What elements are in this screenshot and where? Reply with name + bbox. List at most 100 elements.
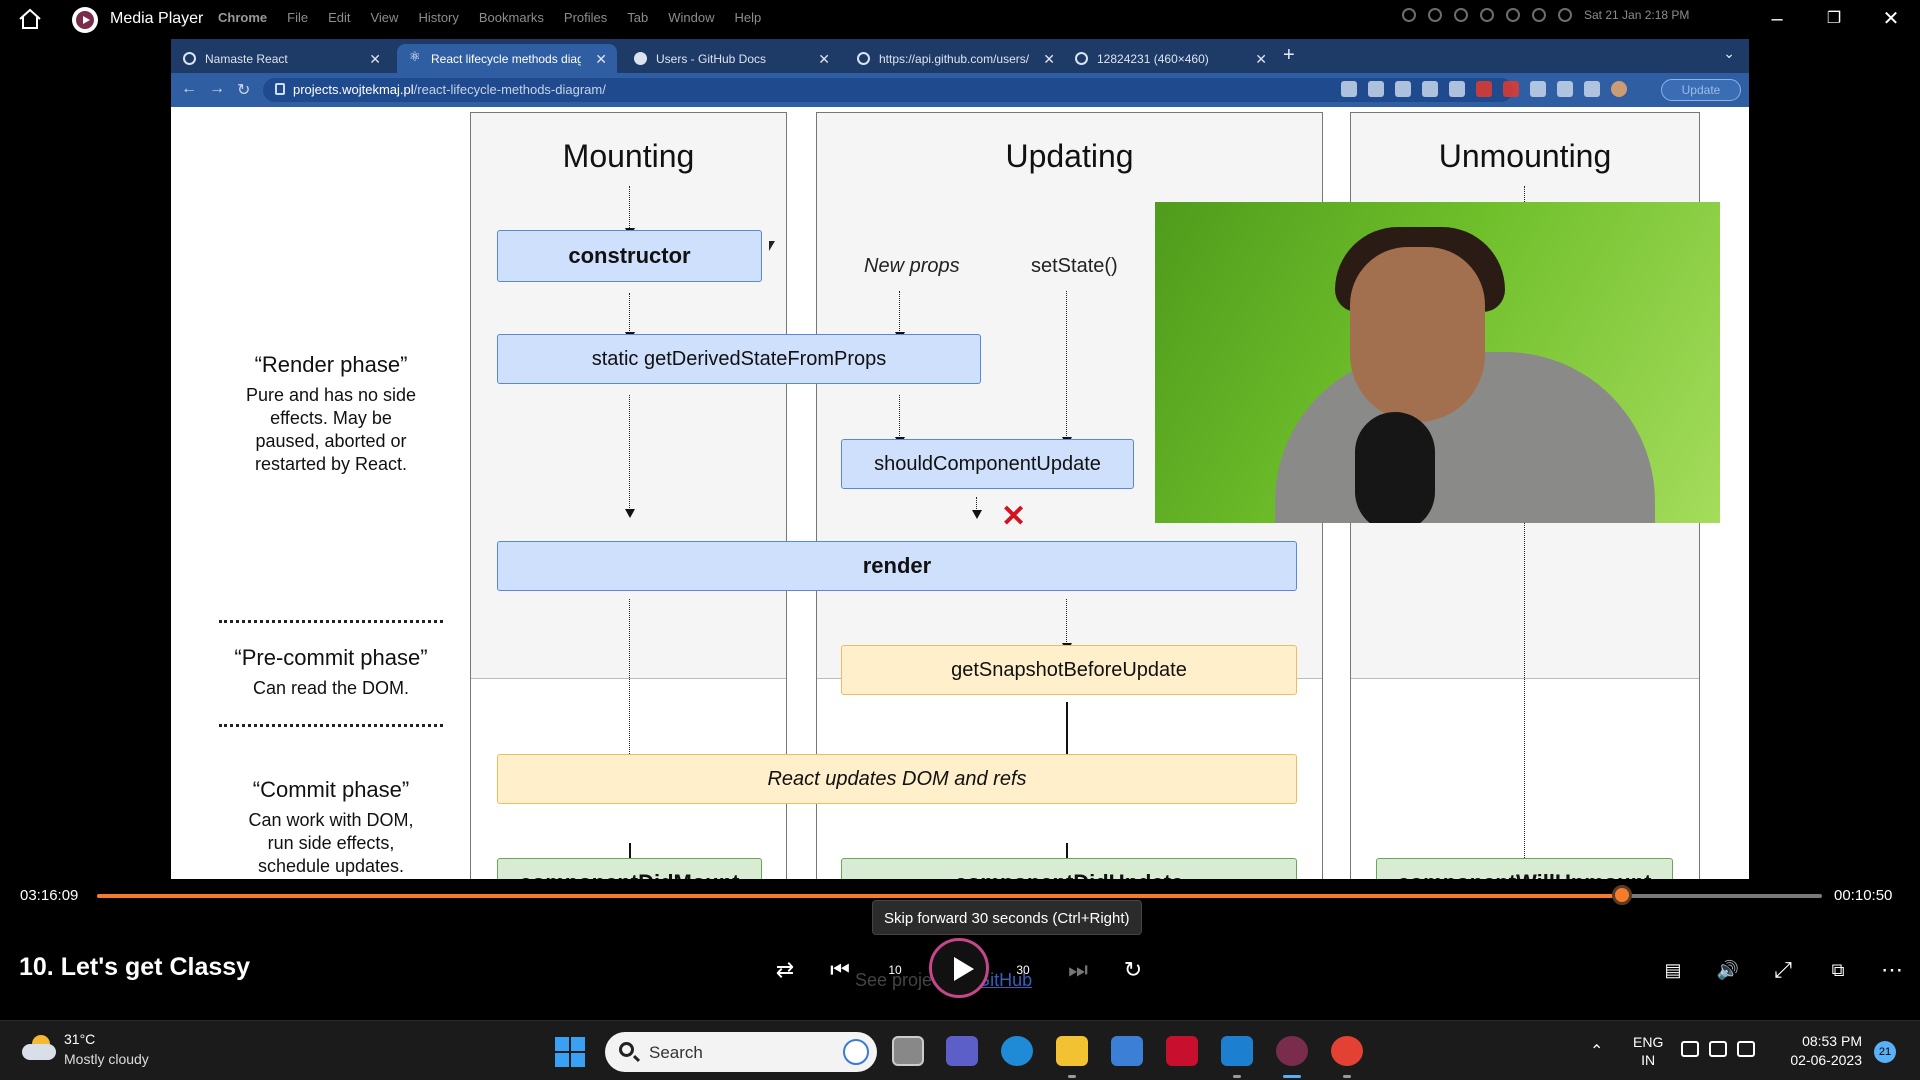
edge-icon[interactable]: [1001, 1036, 1033, 1066]
sidepanel-icon[interactable]: [1584, 81, 1600, 97]
profile-avatar-icon[interactable]: [1611, 81, 1627, 97]
previous-icon[interactable]: ⏮: [822, 952, 858, 988]
windows-taskbar: 31°C Mostly cloudy Search ⌃ ENG IN 08:53…: [0, 1020, 1920, 1080]
menu-item[interactable]: History: [418, 10, 458, 25]
extension-icon[interactable]: [1530, 81, 1546, 97]
media-player-icon[interactable]: [1276, 1036, 1308, 1066]
tab-search-chevron-icon[interactable]: ⌄: [1723, 45, 1735, 62]
update-button[interactable]: Update: [1661, 79, 1741, 101]
store-icon[interactable]: [1111, 1036, 1143, 1066]
star-icon[interactable]: [1422, 81, 1438, 97]
address-bar[interactable]: projects.wojtekmaj.pl/react-lifecycle-me…: [263, 78, 1513, 102]
repeat-icon[interactable]: ↻: [1115, 952, 1151, 988]
flow-line: [629, 186, 630, 230]
wifi-icon[interactable]: [1681, 1041, 1699, 1057]
tab-label: Namaste React: [205, 52, 288, 66]
close-tab-icon[interactable]: ✕: [818, 51, 830, 68]
shuffle-icon[interactable]: ⇄: [767, 952, 803, 988]
minimize-icon[interactable]: –: [1757, 5, 1797, 33]
bing-icon[interactable]: [843, 1039, 869, 1065]
menu-item[interactable]: Tab: [627, 10, 648, 25]
show-hidden-icons-icon[interactable]: ⌃: [1590, 1041, 1603, 1061]
language-indicator[interactable]: ENG IN: [1633, 1033, 1663, 1069]
column-title: Unmounting: [1438, 138, 1612, 174]
menu-item[interactable]: View: [370, 10, 398, 25]
forward-icon[interactable]: →: [209, 80, 225, 98]
google-icon[interactable]: [1341, 81, 1357, 97]
teams-icon[interactable]: [946, 1036, 978, 1066]
language-code: ENG: [1633, 1034, 1664, 1050]
menu-item[interactable]: Edit: [328, 10, 350, 25]
globe-icon: [183, 52, 196, 65]
share-icon[interactable]: [1395, 81, 1411, 97]
menu-item[interactable]: Bookmarks: [479, 10, 544, 25]
mini-player-icon[interactable]: ⧉: [1820, 952, 1856, 988]
volume-icon[interactable]: 🔊: [1710, 952, 1746, 988]
back-icon[interactable]: ←: [181, 80, 197, 98]
pdf-icon[interactable]: [1476, 81, 1492, 97]
close-tab-icon[interactable]: ✕: [369, 51, 381, 68]
close-tab-icon[interactable]: ✕: [595, 51, 607, 68]
media-player-titlebar: Media Player Chrome File Edit View Histo…: [0, 0, 1920, 39]
skip-forward-icon[interactable]: 30: [1005, 952, 1041, 988]
captions-icon[interactable]: ▤: [1655, 952, 1691, 988]
should-component-update-box: shouldComponentUpdate: [841, 439, 1134, 489]
toolbar: ← → ↻ projects.wojtekmaj.pl/react-lifecy…: [171, 73, 1749, 107]
task-view-icon[interactable]: [892, 1036, 924, 1066]
chrome-icon[interactable]: [1331, 1036, 1363, 1066]
react-updates-dom-box: React updates DOM and refs: [497, 754, 1297, 804]
active-indicator: [1283, 1075, 1301, 1078]
fullscreen-icon[interactable]: ⤢: [1765, 952, 1801, 988]
seek-thumb[interactable]: [1611, 885, 1632, 905]
tab-label: 12824231 (460×460): [1097, 52, 1209, 66]
skip-back-seconds: 10: [888, 963, 902, 977]
weather-icon[interactable]: [22, 1035, 56, 1061]
globe-icon: [857, 52, 870, 65]
mcafee-icon[interactable]: [1166, 1036, 1198, 1066]
close-tab-icon[interactable]: ✕: [1255, 51, 1267, 68]
phase-title: “Pre-commit phase”: [234, 645, 428, 670]
skip-back-icon[interactable]: 10: [877, 952, 913, 988]
taskbar-search[interactable]: Search: [605, 1032, 877, 1072]
home-icon[interactable]: [18, 8, 42, 30]
speaker-icon[interactable]: [1709, 1041, 1727, 1057]
column-title: Mounting: [562, 138, 695, 174]
phase-separator: [219, 620, 443, 623]
close-tab-icon[interactable]: ✕: [1043, 51, 1055, 68]
tab-github-api[interactable]: https://api.github.com/users/ak ✕: [845, 44, 1065, 73]
close-icon[interactable]: ✕: [1871, 5, 1911, 33]
more-options-icon[interactable]: ⋯: [1874, 952, 1910, 988]
tab-github-docs[interactable]: Users - GitHub Docs ✕: [622, 44, 840, 73]
menu-item[interactable]: Chrome: [218, 10, 267, 25]
puzzle-icon[interactable]: [1557, 81, 1573, 97]
flow-line: [629, 599, 630, 774]
commit-phase-label: “Commit phase” Can work with DOM, run si…: [221, 777, 441, 878]
menu-item[interactable]: Window: [668, 10, 714, 25]
vscode-icon[interactable]: [1221, 1036, 1253, 1066]
extension-icon[interactable]: [1503, 81, 1519, 97]
react-devtools-icon[interactable]: [1449, 81, 1465, 97]
notification-badge[interactable]: 21: [1874, 1041, 1896, 1063]
render-box: render: [497, 541, 1297, 591]
menu-item[interactable]: File: [287, 10, 308, 25]
next-icon[interactable]: ⏭: [1060, 952, 1096, 988]
menu-item[interactable]: Profiles: [564, 10, 607, 25]
tab-namaste-react[interactable]: Namaste React ✕: [171, 44, 391, 73]
seek-bar[interactable]: [97, 894, 1822, 898]
new-tab-icon[interactable]: +: [1283, 44, 1295, 67]
tab-react-lifecycle[interactable]: ⚛ React lifecycle methods diagra ✕: [397, 44, 617, 73]
restore-icon[interactable]: ❐: [1814, 5, 1854, 33]
new-props-label: New props: [864, 255, 960, 277]
zoom-icon[interactable]: [1368, 81, 1384, 97]
battery-icon[interactable]: [1737, 1041, 1755, 1057]
start-icon[interactable]: [555, 1037, 585, 1067]
file-explorer-icon[interactable]: [1056, 1036, 1088, 1066]
taskbar-clock[interactable]: 08:53 PM 02-06-2023: [1782, 1032, 1862, 1070]
globe-icon: [1075, 52, 1088, 65]
menu-item[interactable]: Help: [735, 10, 762, 25]
tab-avatar-image[interactable]: 12824231 (460×460) ✕: [1063, 44, 1277, 73]
url-text: projects.wojtekmaj.pl/react-lifecycle-me…: [293, 82, 606, 97]
lock-icon: [275, 83, 285, 95]
reload-icon[interactable]: ↻: [237, 80, 250, 100]
play-button[interactable]: [929, 938, 989, 998]
